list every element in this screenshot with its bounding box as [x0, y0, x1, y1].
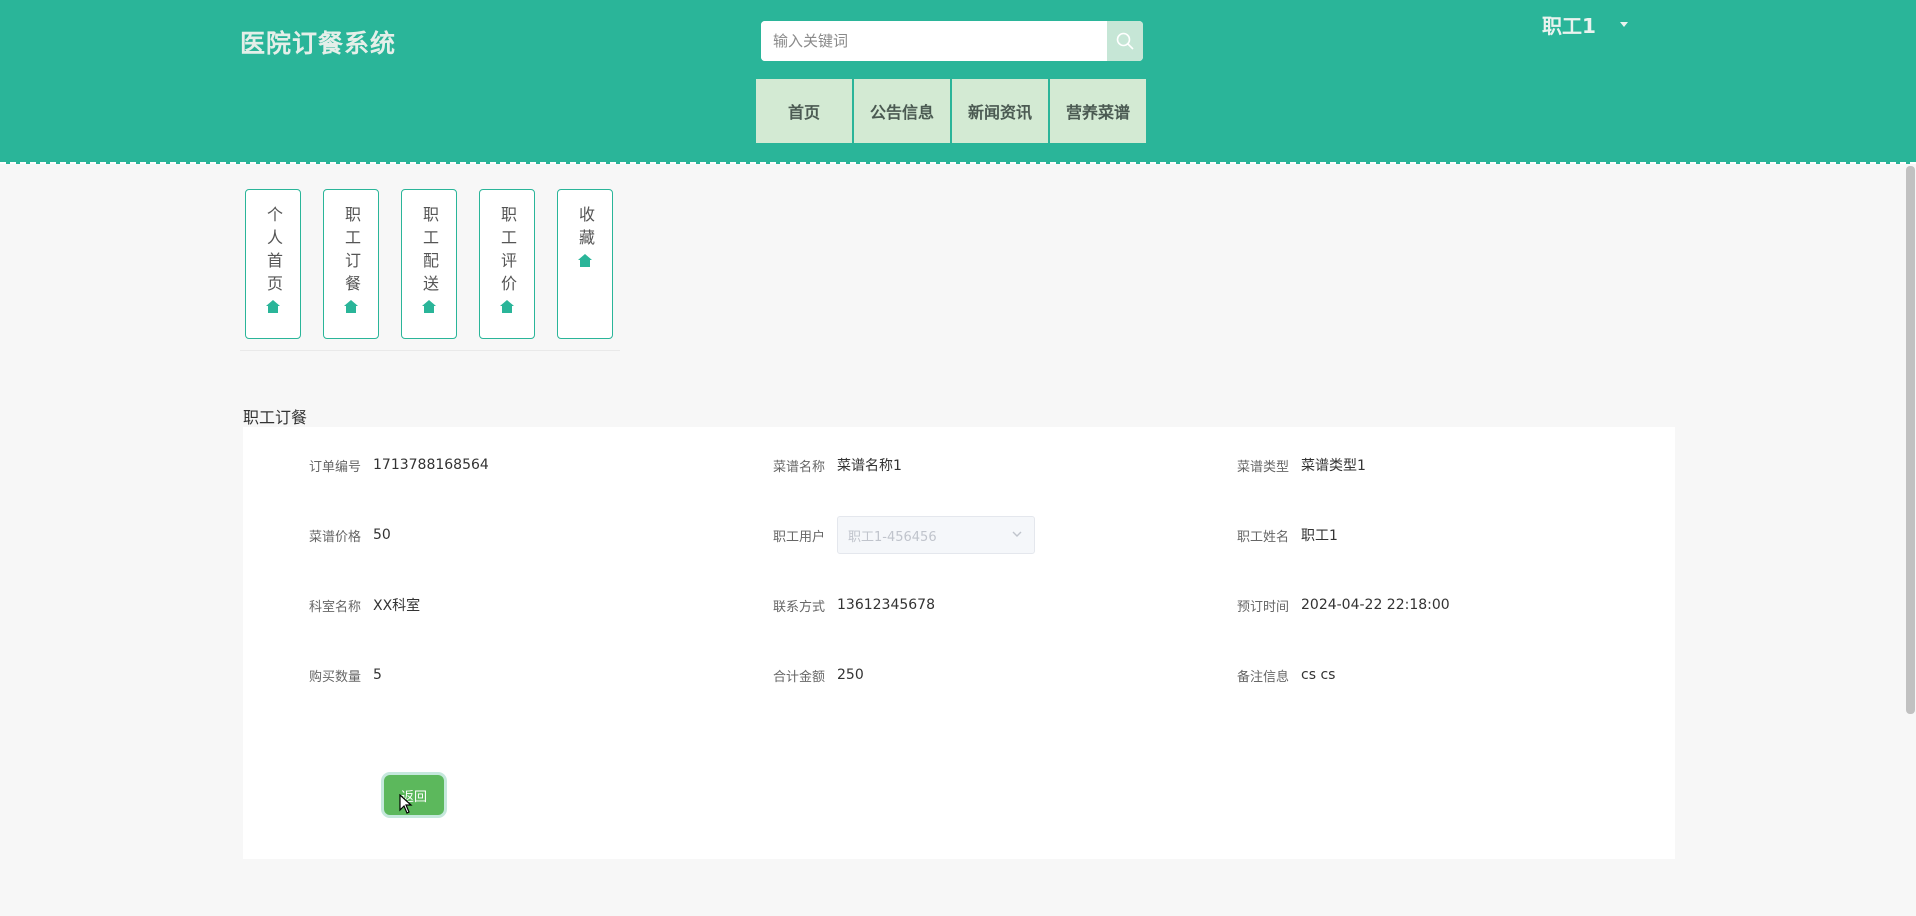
main-nav: 首页 公告信息 新闻资讯 营养菜谱: [756, 79, 1148, 143]
sidebar-item-staff-review[interactable]: 职工评价: [479, 189, 535, 339]
nav-home[interactable]: 首页: [756, 79, 852, 143]
field-label: 菜谱名称: [772, 459, 825, 475]
nav-announcements[interactable]: 公告信息: [854, 79, 950, 143]
back-button[interactable]: 返回: [384, 775, 444, 815]
staff-user-select[interactable]: 职工1-456456: [837, 516, 1035, 554]
home-icon: [344, 300, 358, 313]
user-menu[interactable]: 职工1: [1542, 10, 1628, 39]
contact-value: 13612345678: [837, 597, 935, 613]
sidebar-item-staff-delivery[interactable]: 职工配送: [401, 189, 457, 339]
dish-type-value: 菜谱类型1: [1301, 458, 1366, 474]
page-scrollbar[interactable]: [1906, 166, 1915, 714]
field-label: 菜谱价格: [308, 529, 361, 545]
field-label: 合计金额: [772, 669, 825, 685]
field-dept-name: 科室名称 XX科室: [293, 587, 420, 623]
sidebar-item-label: 职工配送: [420, 206, 439, 298]
sidebar-divider: [240, 350, 620, 351]
field-quantity: 购买数量 5: [293, 657, 382, 693]
field-label: 科室名称: [308, 599, 361, 615]
field-dish-name: 菜谱名称 菜谱名称1: [757, 447, 902, 483]
field-label: 预订时间: [1236, 599, 1289, 615]
field-label: 职工用户: [772, 529, 825, 545]
field-label: 订单编号: [308, 459, 361, 475]
search-icon: [1116, 32, 1134, 50]
staff-user-selected: 职工1-456456: [848, 529, 937, 545]
field-label: 备注信息: [1236, 669, 1289, 685]
dish-name-value: 菜谱名称1: [837, 458, 902, 474]
field-order-no: 订单编号 1713788168564: [293, 447, 489, 483]
sidebar-item-label: 职工订餐: [342, 206, 361, 298]
home-icon: [500, 300, 514, 313]
field-label: 职工姓名: [1236, 529, 1289, 545]
home-icon: [578, 254, 592, 267]
user-name: 职工1: [1542, 14, 1596, 38]
dept-name-value: XX科室: [373, 598, 421, 614]
sidebar-item-label: 收藏: [576, 206, 595, 252]
site-logo[interactable]: 医院订餐系统: [240, 24, 396, 60]
home-icon: [422, 300, 436, 313]
field-label: 购买数量: [308, 669, 361, 685]
field-staff-user: 职工用户 职工1-456456: [757, 516, 1035, 554]
field-dish-price: 菜谱价格 50: [293, 517, 391, 553]
field-contact: 联系方式 13612345678: [757, 587, 935, 623]
sidebar-item-profile[interactable]: 个人首页: [245, 189, 301, 339]
home-icon: [266, 300, 280, 313]
sidebar-item-staff-order[interactable]: 职工订餐: [323, 189, 379, 339]
field-dish-type: 菜谱类型 菜谱类型1: [1221, 447, 1366, 483]
order-time-value: 2024-04-22 22:18:00: [1301, 597, 1450, 613]
quantity-value: 5: [373, 667, 382, 683]
field-label: 菜谱类型: [1236, 459, 1289, 475]
nav-recipes[interactable]: 营养菜谱: [1050, 79, 1146, 143]
remark-value: cs cs: [1301, 667, 1336, 683]
sidebar: 个人首页 职工订餐 职工配送 职工评价 收藏: [245, 189, 635, 339]
total-value: 250: [837, 667, 864, 683]
field-staff-name: 职工姓名 职工1: [1221, 517, 1338, 553]
search-button[interactable]: [1107, 21, 1143, 61]
header: 医院订餐系统 职工1 首页 公告信息 新闻资讯 营养菜谱: [0, 0, 1916, 164]
mouse-cursor-icon: [399, 794, 413, 814]
section-title: 职工订餐: [243, 408, 308, 427]
nav-news[interactable]: 新闻资讯: [952, 79, 1048, 143]
caret-down-icon: [1619, 22, 1628, 27]
staff-name-value: 职工1: [1301, 528, 1338, 544]
field-total: 合计金额 250: [757, 657, 864, 693]
order-no-value: 1713788168564: [373, 457, 489, 473]
sidebar-item-label: 个人首页: [264, 206, 283, 298]
sidebar-item-label: 职工评价: [498, 206, 517, 298]
field-label: 联系方式: [772, 599, 825, 615]
field-remark: 备注信息 cs cs: [1221, 657, 1335, 693]
order-detail-panel: 订单编号 1713788168564 菜谱名称 菜谱名称1 菜谱类型 菜谱类型1…: [243, 427, 1675, 859]
chevron-down-icon: [1012, 531, 1022, 537]
field-order-time: 预订时间 2024-04-22 22:18:00: [1221, 587, 1450, 623]
search-input[interactable]: [761, 21, 1106, 61]
sidebar-item-favorites[interactable]: 收藏: [557, 189, 613, 339]
search-bar: [761, 21, 1143, 61]
dish-price-value: 50: [373, 527, 391, 543]
